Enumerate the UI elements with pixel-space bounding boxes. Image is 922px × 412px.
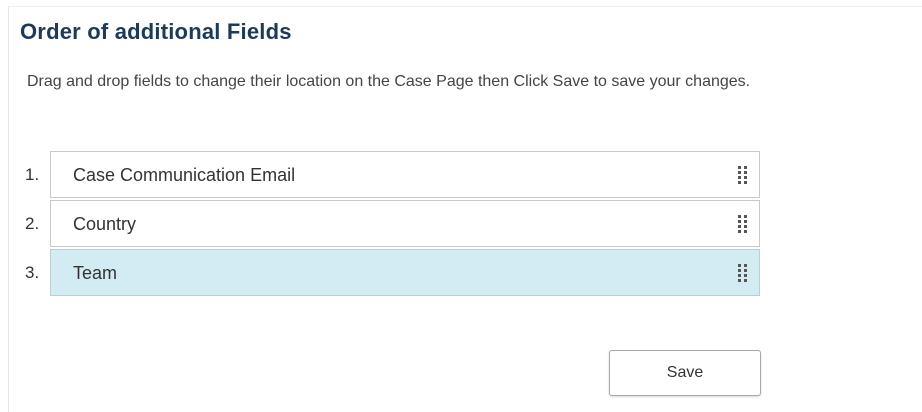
list-item: 3. Team	[9, 249, 769, 298]
field-index: 1.	[25, 165, 40, 184]
fields-order-panel: Order of additional Fields Drag and drop…	[8, 6, 922, 412]
field-label: Case Communication Email	[73, 165, 296, 185]
field-label: Country	[73, 214, 137, 234]
field-list: 1. Case Communication Email 2. Country 3…	[9, 151, 769, 298]
field-index: 2.	[25, 214, 40, 233]
instructions-text: Drag and drop fields to change their loc…	[27, 73, 751, 90]
drag-handle-icon[interactable]	[738, 215, 748, 233]
list-item: 1. Case Communication Email	[9, 151, 769, 200]
field-item-team[interactable]: Team	[50, 249, 760, 296]
field-item-case-communication-email[interactable]: Case Communication Email	[50, 151, 760, 198]
field-label: Team	[73, 263, 118, 283]
field-item-country[interactable]: Country	[50, 200, 760, 247]
drag-handle-icon[interactable]	[738, 166, 748, 184]
drag-handle-icon[interactable]	[738, 264, 748, 282]
page-title: Order of additional Fields	[20, 19, 292, 44]
save-button[interactable]: Save	[609, 350, 761, 396]
list-item: 2. Country	[9, 200, 769, 249]
field-index: 3.	[25, 263, 40, 282]
